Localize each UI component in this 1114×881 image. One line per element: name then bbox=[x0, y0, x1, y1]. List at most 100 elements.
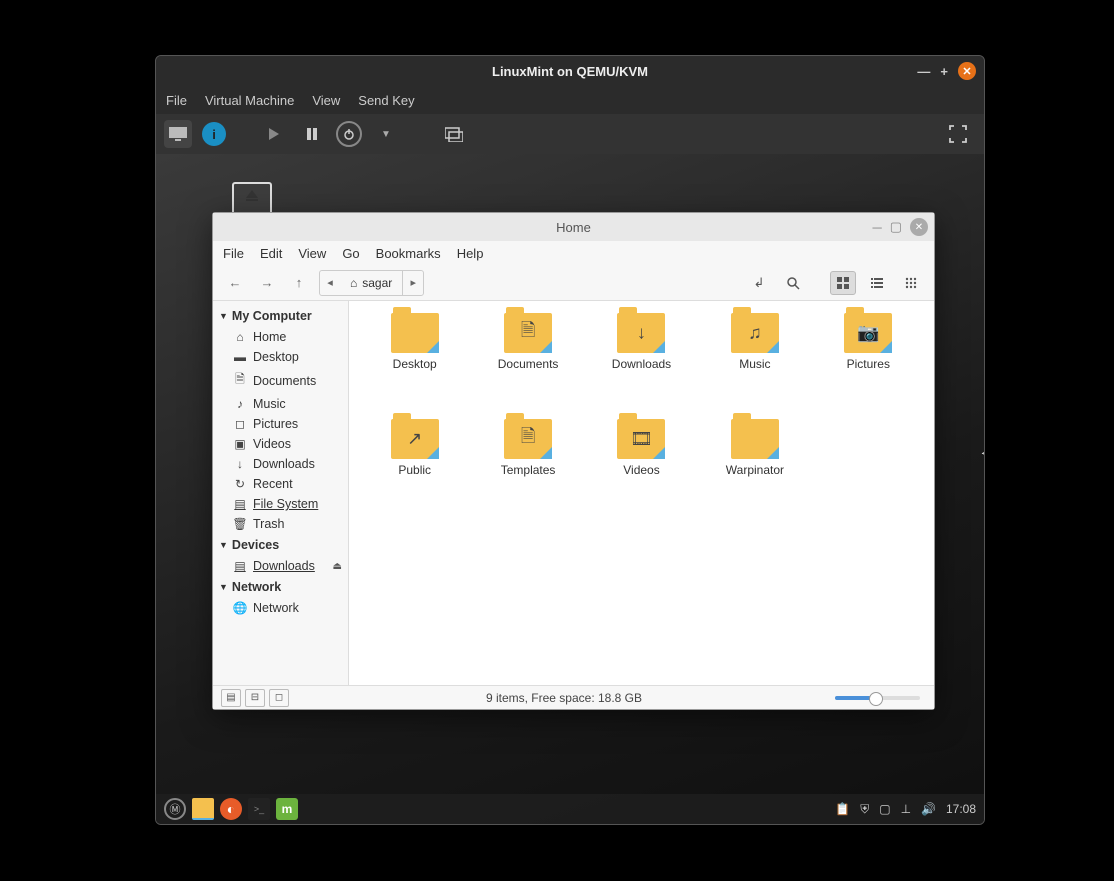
nav-forward-button[interactable]: → bbox=[255, 271, 279, 295]
network-icon: 🌐 bbox=[233, 601, 247, 615]
sidebar-item-filesystem[interactable]: ▤File System bbox=[213, 494, 348, 514]
places-toggle[interactable]: ▤ bbox=[221, 689, 241, 707]
taskbar-mint[interactable]: m bbox=[276, 798, 298, 820]
sidebar-header-computer[interactable]: ▼My Computer bbox=[213, 305, 348, 327]
nemo-titlebar[interactable]: Home ─ ▢ ✕ bbox=[213, 213, 934, 241]
home-icon: ⌂ bbox=[350, 276, 357, 290]
pictures-icon: ◻ bbox=[233, 417, 247, 431]
trash-icon: 🗑 bbox=[233, 517, 247, 531]
nemo-menu-bookmarks[interactable]: Bookmarks bbox=[376, 246, 441, 261]
tree-toggle[interactable]: ⊟ bbox=[245, 689, 265, 707]
info-button[interactable]: i bbox=[202, 122, 226, 146]
folder-music[interactable]: ♫Music bbox=[701, 313, 808, 413]
nemo-toolbar: ← → ↑ ◂ ⌂ sagar ▸ ↲ bbox=[213, 265, 934, 301]
folder-desktop[interactable]: Desktop bbox=[361, 313, 468, 413]
nemo-menu-file[interactable]: File bbox=[223, 246, 244, 261]
folder-warpinator[interactable]: Warpinator bbox=[701, 419, 808, 519]
sidebar-item-music[interactable]: ♪Music bbox=[213, 394, 348, 414]
sidebar-item-pictures[interactable]: ◻Pictures bbox=[213, 414, 348, 434]
fullscreen-button[interactable] bbox=[944, 120, 972, 148]
nemo-menu-go[interactable]: Go bbox=[342, 246, 359, 261]
drive-icon: ▤ bbox=[233, 559, 247, 573]
zoom-slider[interactable] bbox=[835, 696, 920, 700]
sidebar-header-devices[interactable]: ▼Devices bbox=[213, 534, 348, 556]
mint-menu-button[interactable]: Ⓜ bbox=[164, 798, 186, 820]
breadcrumb-next[interactable]: ▸ bbox=[403, 276, 423, 289]
menu-view[interactable]: View bbox=[312, 93, 340, 108]
menu-send-key[interactable]: Send Key bbox=[358, 93, 414, 108]
minimize-button[interactable]: — bbox=[917, 64, 930, 79]
menu-virtual-machine[interactable]: Virtual Machine bbox=[205, 93, 294, 108]
close-button[interactable]: ✕ bbox=[958, 62, 976, 80]
taskbar-firefox[interactable]: ◐ bbox=[220, 798, 242, 820]
power-dropdown[interactable]: ▼ bbox=[372, 120, 400, 148]
taskbar-terminal[interactable]: >_ bbox=[248, 798, 270, 820]
filesystem-icon: ▤ bbox=[233, 497, 247, 511]
tray-volume-icon[interactable]: 🔊 bbox=[921, 802, 936, 816]
sidebar-header-network[interactable]: ▼Network bbox=[213, 576, 348, 598]
tray-clock[interactable]: 17:08 bbox=[946, 802, 976, 816]
nemo-maximize-button[interactable]: ▢ bbox=[890, 219, 902, 235]
sidebar-item-downloads[interactable]: ↓Downloads bbox=[213, 454, 348, 474]
breadcrumb-user: sagar bbox=[362, 276, 392, 290]
sidebar-item-network[interactable]: 🌐Network bbox=[213, 598, 348, 618]
nemo-minimize-button[interactable]: ─ bbox=[872, 220, 881, 235]
play-button[interactable] bbox=[260, 120, 288, 148]
toggle-location-button[interactable]: ↲ bbox=[746, 271, 772, 295]
screenshot-button[interactable] bbox=[440, 120, 468, 148]
icon-view-button[interactable] bbox=[830, 271, 856, 295]
videos-icon: ▣ bbox=[233, 437, 247, 451]
tray-network-icon[interactable]: ⊥ bbox=[901, 802, 911, 816]
maximize-button[interactable]: + bbox=[940, 64, 948, 79]
folder-downloads[interactable]: ↓Downloads bbox=[588, 313, 695, 413]
console-button[interactable] bbox=[164, 120, 192, 148]
nemo-menu-help[interactable]: Help bbox=[457, 246, 484, 261]
folder-public[interactable]: ↗Public bbox=[361, 419, 468, 519]
vm-toolbar: i ▼ bbox=[156, 114, 984, 154]
sidebar-item-trash[interactable]: 🗑Trash bbox=[213, 514, 348, 534]
power-button[interactable] bbox=[336, 121, 362, 147]
close-sidebar-toggle[interactable]: ◻ bbox=[269, 689, 289, 707]
desktop-icon: ▬ bbox=[233, 350, 247, 364]
menu-file[interactable]: File bbox=[166, 93, 187, 108]
documents-icon: 🗎 bbox=[233, 370, 247, 391]
share-icon: ↗ bbox=[407, 429, 422, 450]
sidebar-item-device-downloads[interactable]: ▤Downloads⏏ bbox=[213, 556, 348, 576]
file-manager-window: Home ─ ▢ ✕ File Edit View Go Bookmarks H… bbox=[212, 212, 935, 710]
folder-templates[interactable]: 🗎Templates bbox=[474, 419, 581, 519]
downloads-icon: ↓ bbox=[233, 457, 247, 471]
vm-titlebar[interactable]: LinuxMint on QEMU/KVM — + ✕ bbox=[156, 56, 984, 86]
sidebar-item-documents[interactable]: 🗎Documents bbox=[213, 367, 348, 394]
list-view-button[interactable] bbox=[864, 271, 890, 295]
sidebar-item-recent[interactable]: ↻Recent bbox=[213, 474, 348, 494]
compact-view-button[interactable] bbox=[898, 271, 924, 295]
folder-pictures[interactable]: 📷Pictures bbox=[815, 313, 922, 413]
video-icon: 🎞 bbox=[630, 429, 653, 450]
folder-videos[interactable]: 🎞Videos bbox=[588, 419, 695, 519]
recent-icon: ↻ bbox=[233, 477, 247, 491]
search-button[interactable] bbox=[780, 271, 806, 295]
folder-documents[interactable]: 🗎Documents bbox=[474, 313, 581, 413]
bottom-panel: Ⓜ ◐ >_ m 📋 ⛨ ▢ ⊥ 🔊 17:08 bbox=[156, 794, 984, 824]
template-icon: 🗎 bbox=[521, 424, 535, 454]
nemo-menu-edit[interactable]: Edit bbox=[260, 246, 282, 261]
tray-shield-icon[interactable]: ⛨ bbox=[860, 802, 869, 817]
tray-display-icon[interactable]: ▢ bbox=[879, 802, 890, 816]
taskbar-files[interactable] bbox=[192, 798, 214, 820]
nav-back-button[interactable]: ← bbox=[223, 271, 247, 295]
sidebar-item-videos[interactable]: ▣Videos bbox=[213, 434, 348, 454]
sidebar-item-home[interactable]: ⌂Home bbox=[213, 327, 348, 347]
pause-button[interactable] bbox=[298, 120, 326, 148]
guest-viewport: Home ─ ▢ ✕ File Edit View Go Bookmarks H… bbox=[156, 154, 984, 824]
breadcrumb-prev[interactable]: ◂ bbox=[320, 276, 340, 289]
viewport-resize-handle[interactable]: ◁ ▷ bbox=[982, 444, 984, 461]
tray-clipboard-icon[interactable]: 📋 bbox=[835, 802, 850, 816]
nemo-menu-view[interactable]: View bbox=[298, 246, 326, 261]
sidebar-item-desktop[interactable]: ▬Desktop bbox=[213, 347, 348, 367]
nemo-close-button[interactable]: ✕ bbox=[910, 218, 928, 236]
sidebar: ▼My Computer ⌂Home ▬Desktop 🗎Documents ♪… bbox=[213, 301, 349, 685]
nav-up-button[interactable]: ↑ bbox=[287, 271, 311, 295]
breadcrumb-home[interactable]: ⌂ sagar bbox=[340, 271, 403, 295]
system-tray: 📋 ⛨ ▢ ⊥ 🔊 17:08 bbox=[835, 802, 976, 817]
eject-icon[interactable]: ⏏ bbox=[333, 561, 342, 572]
